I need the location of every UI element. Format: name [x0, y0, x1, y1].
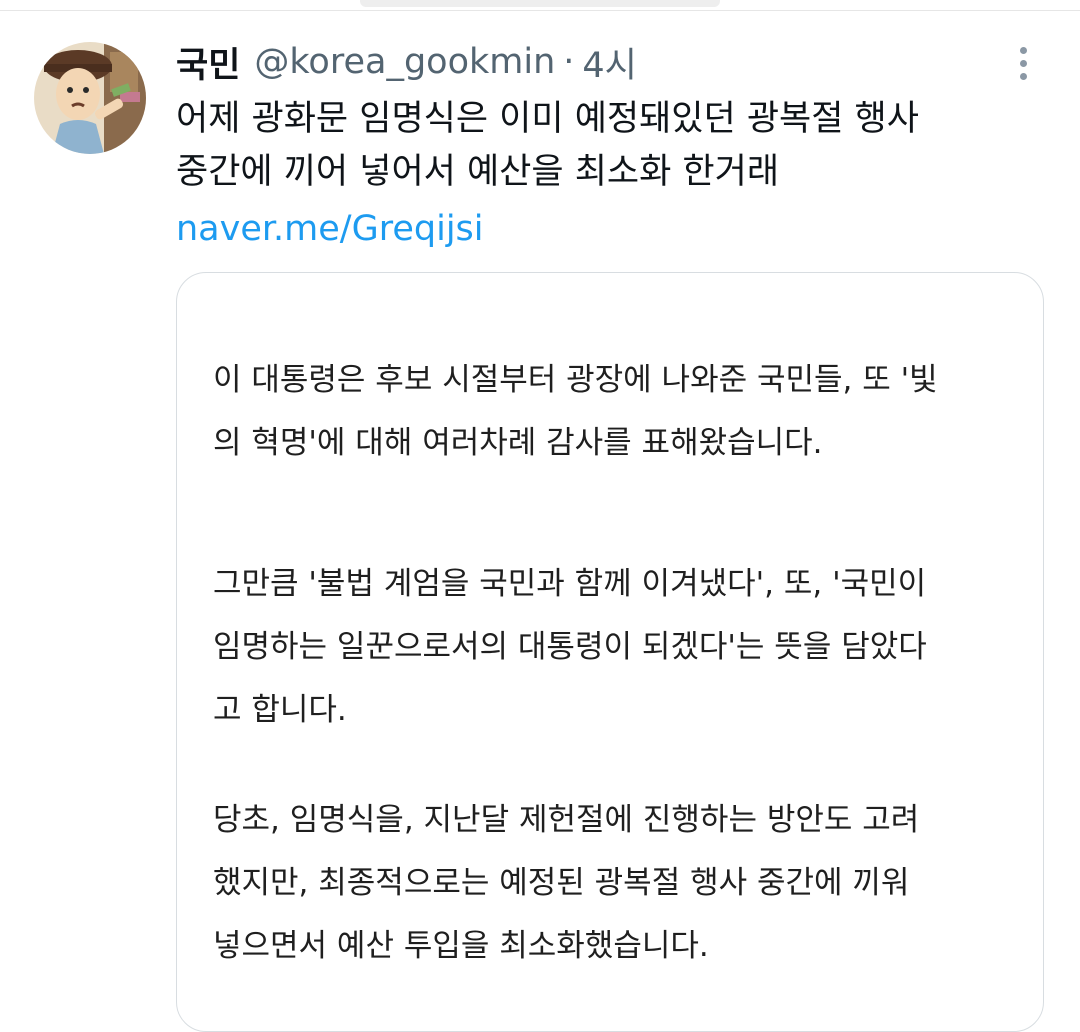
article-preview-card[interactable]: 이 대통령은 후보 시절부터 광장에 나와준 국민들, 또 '빛 의 혁명'에 …	[176, 272, 1044, 1032]
card-text-line: 의 혁명'에 대해 여러차례 감사를 표해왔습니다.	[213, 425, 823, 461]
avatar-image	[34, 42, 146, 154]
card-text-line: 고 합니다.	[213, 692, 347, 728]
card-text-line: 넣으면서 예산 투입을 최소화했습니다.	[213, 928, 709, 964]
tweet[interactable]: 국민 @korea_gookmin · 4시 어제 광화문 임명식은 이미 예정…	[0, 11, 1080, 1032]
card-paragraph: 당초, 임명식을, 지난달 제헌절에 진행하는 방안도 고려 했지만, 최종적으…	[213, 789, 1023, 978]
card-paragraph: 이 대통령은 후보 시절부터 광장에 나와준 국민들, 또 '빛 의 혁명'에 …	[213, 349, 1023, 475]
tweet-header: 국민 @korea_gookmin · 4시	[176, 40, 637, 86]
card-text-line: 당초, 임명식을, 지난달 제헌절에 진행하는 방안도 고려	[213, 802, 920, 838]
display-name[interactable]: 국민	[176, 37, 240, 88]
separator-dot: ·	[563, 42, 575, 82]
tweet-text-line: 어제 광화문 임명식은 이미 예정돼있던 광복절 행사	[176, 99, 919, 139]
card-text-line: 임명하는 일꾼으로서의 대통령이 되겠다'는 뜻을 담았다	[213, 629, 927, 665]
more-dot	[1019, 59, 1027, 67]
avatar[interactable]	[34, 42, 146, 154]
card-text-line: 이 대통령은 후보 시절부터 광장에 나와준 국민들, 또 '빛	[213, 362, 938, 398]
card-paragraph: 그만큼 '불법 계엄을 국민과 함께 이겨냈다', 또, '국민이 임명하는 일…	[213, 553, 1023, 742]
more-dot	[1019, 46, 1027, 54]
tweet-link[interactable]: naver.me/Greqijsi	[176, 205, 484, 253]
card-text-line: 했지만, 최종적으로는 예정된 광복절 행사 중간에 끼워	[213, 865, 910, 901]
tweet-text: 어제 광화문 임명식은 이미 예정돼있던 광복절 행사 중간에 끼어 넣어서 예…	[176, 93, 1036, 199]
timestamp[interactable]: 4시	[582, 37, 636, 88]
user-handle[interactable]: @korea_gookmin	[254, 42, 555, 82]
tweet-text-line: 중간에 끼어 넣어서 예산을 최소화 한거래	[176, 152, 780, 192]
card-text-line: 그만큼 '불법 계엄을 국민과 함께 이겨냈다', 또, '국민이	[213, 566, 927, 602]
more-options-icon[interactable]	[1008, 41, 1038, 85]
scroll-indicator	[360, 0, 720, 7]
more-dot	[1019, 72, 1027, 80]
